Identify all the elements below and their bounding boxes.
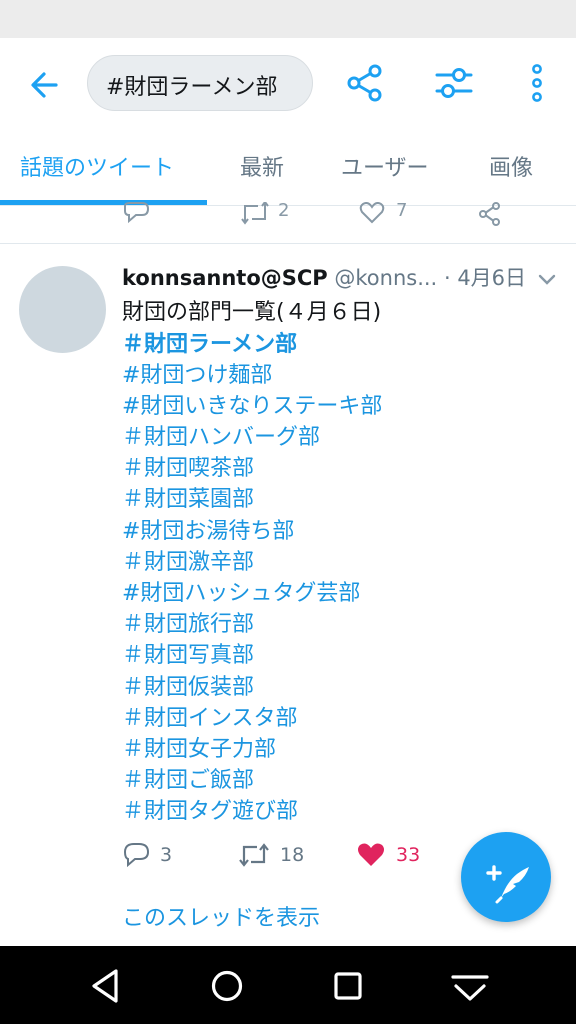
- nav-hide-keyboard-button[interactable]: [448, 964, 492, 1008]
- reply-icon: [124, 202, 150, 224]
- previous-reply-button[interactable]: [122, 202, 150, 226]
- sliders-icon: [435, 68, 473, 98]
- hashtag-link[interactable]: ＃財団タグ遊び部: [122, 793, 298, 825]
- show-thread-link[interactable]: このスレッドを表示: [122, 900, 320, 932]
- retweet-count: 18: [280, 844, 305, 866]
- tweet-menu-button[interactable]: [536, 268, 558, 290]
- like-button[interactable]: 33: [356, 838, 420, 872]
- heart-outline-icon: [359, 202, 385, 224]
- previous-retweet-button[interactable]: 2: [240, 202, 289, 226]
- search-query: #財団ラーメン部: [106, 75, 278, 100]
- hashtag-link[interactable]: ＃財団インスタ部: [122, 700, 298, 732]
- reply-button[interactable]: 3: [122, 838, 172, 872]
- hashtag-link[interactable]: #財団つけ麺部: [122, 357, 272, 389]
- hashtag-link[interactable]: #財団いきなりステーキ部: [122, 388, 382, 420]
- like-count: 33: [396, 844, 421, 866]
- reply-count: 3: [160, 844, 173, 866]
- hashtag-link[interactable]: ＃財団写真部: [122, 637, 254, 669]
- keyboard-hide-icon: [451, 975, 489, 1001]
- tweet-text: 財団の部門一覧(４月６日): [122, 300, 382, 325]
- compose-feather-icon: [486, 865, 529, 904]
- author-name[interactable]: konnsannto@SCP: [122, 266, 328, 290]
- author-handle[interactable]: @konns...: [334, 266, 437, 290]
- share-icon: [347, 64, 382, 102]
- tweet-date[interactable]: 4月6日: [457, 266, 526, 290]
- previous-retweet-count: 2: [278, 200, 290, 221]
- previous-share-button[interactable]: [476, 202, 504, 226]
- hashtag-link[interactable]: ＃財団喫茶部: [122, 450, 254, 482]
- hashtag-link[interactable]: ＃財団仮装部: [122, 669, 254, 701]
- previous-tweet-actions: 2 7: [0, 196, 576, 244]
- hashtag-link[interactable]: ＃財団ハンバーグ部: [122, 419, 320, 451]
- tab-users[interactable]: ユーザー: [341, 150, 429, 182]
- tab-top-tweets[interactable]: 話題のツイート: [20, 150, 174, 182]
- hashtag-link[interactable]: #財団ハッシュタグ芸部: [122, 575, 360, 607]
- header-separator: ·: [443, 266, 451, 290]
- status-bar: [0, 0, 576, 38]
- back-arrow-icon: [31, 72, 58, 98]
- chevron-down-icon: [538, 274, 556, 285]
- hashtag-link[interactable]: ＃財団旅行部: [122, 606, 254, 638]
- tab-latest[interactable]: 最新: [240, 150, 284, 182]
- more-options-button[interactable]: [514, 60, 560, 106]
- tab-images[interactable]: 画像: [489, 150, 533, 182]
- compose-tweet-button[interactable]: [461, 832, 551, 922]
- back-button[interactable]: [22, 62, 68, 108]
- search-field[interactable]: #財団ラーメン部: [87, 55, 313, 111]
- tweet-header: konnsannto@SCP @konns... · 4月6日: [122, 262, 526, 292]
- retweet-button[interactable]: 18: [238, 838, 304, 872]
- avatar[interactable]: [19, 266, 106, 353]
- nav-home-button[interactable]: [205, 964, 249, 1008]
- reply-icon: [123, 843, 150, 868]
- square-recents-icon: [334, 972, 362, 1000]
- search-tabs: 話題のツイート 最新 ユーザー 画像: [0, 130, 576, 206]
- hashtag-link[interactable]: ＃財団女子力部: [122, 731, 276, 763]
- android-navigation-bar: [0, 946, 576, 1024]
- retweet-icon: [239, 843, 269, 867]
- search-filter-button[interactable]: [431, 60, 477, 106]
- hashtag-link[interactable]: ＃財団ご飯部: [122, 762, 254, 794]
- previous-like-count: 7: [396, 200, 408, 221]
- nav-back-button[interactable]: [84, 964, 128, 1008]
- nav-recents-button[interactable]: [326, 964, 370, 1008]
- previous-like-button[interactable]: 7: [358, 202, 407, 226]
- vertical-dots-icon: [532, 64, 542, 102]
- hashtag-link[interactable]: ＃財団菜園部: [122, 481, 254, 513]
- app-bar: #財団ラーメン部: [0, 38, 576, 130]
- share-button[interactable]: [342, 60, 388, 106]
- hashtag-link[interactable]: #財団お湯待ち部: [122, 513, 294, 545]
- circle-home-icon: [211, 970, 243, 1002]
- app-screen: #財団ラーメン部 話題のツイート 最新 ユーザー 画像 2 7 konnsann…: [0, 0, 576, 1024]
- triangle-back-icon: [92, 969, 118, 1003]
- retweet-icon: [241, 202, 269, 225]
- hashtag-link[interactable]: ＃財団激辛部: [122, 544, 254, 576]
- share-small-icon: [479, 202, 500, 226]
- heart-filled-icon: [358, 843, 384, 866]
- hashtag-link[interactable]: ＃財団ラーメン部: [122, 326, 297, 358]
